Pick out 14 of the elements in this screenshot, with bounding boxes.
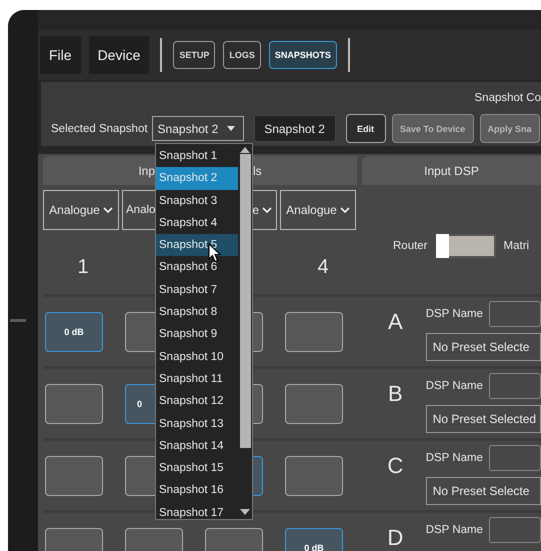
toggle-label: Router: [393, 240, 428, 252]
field-label: DSP Name: [426, 524, 483, 536]
field-label: DSP Name: [426, 308, 483, 320]
row-letter: B: [387, 380, 404, 405]
field-label: DSP Name: [426, 380, 483, 392]
column-number: 1: [77, 256, 89, 278]
field-label: Selected Snapshot: [51, 122, 148, 134]
row-letter: C: [386, 452, 404, 477]
toggle-label: Matri: [504, 240, 530, 252]
field-label: DSP Name: [426, 452, 483, 464]
row-letter: D: [386, 524, 404, 549]
panel-heading: Snapshot Co: [474, 92, 541, 104]
row-letter: A: [387, 308, 404, 333]
column-number: 4: [317, 256, 329, 278]
